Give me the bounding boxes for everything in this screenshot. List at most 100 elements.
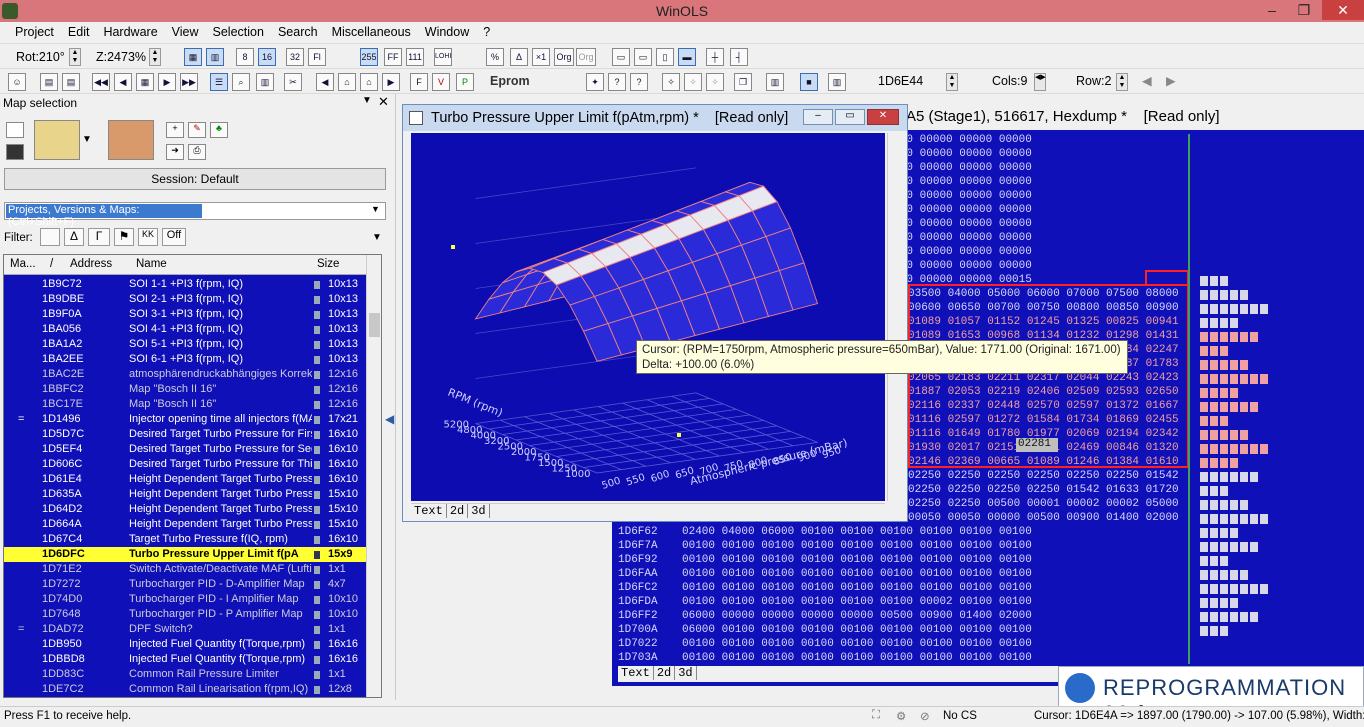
- panel-close-icon[interactable]: ✕: [378, 94, 389, 110]
- lohi-icon[interactable]: LOHI: [434, 48, 452, 66]
- hex-row[interactable]: 02250 02250 02250 02250 02250 02250 0154…: [908, 470, 1179, 482]
- table-row[interactable]: 1D635A Height Dependent Target Turbo Pres…: [4, 487, 366, 502]
- hex-row[interactable]: 00100 00100 00100 00100 00100 00100 0010…: [682, 554, 1032, 566]
- save-icon[interactable]: [6, 144, 24, 160]
- turbo-vscrollbar[interactable]: [887, 133, 901, 501]
- menu-help[interactable]: ?: [476, 22, 497, 39]
- session-button[interactable]: Session: Default: [4, 168, 386, 190]
- search-up-icon[interactable]: ⌂: [338, 73, 356, 91]
- hex-row[interactable]: 00100 00100 00100 00100 00100 00100 0010…: [682, 568, 1032, 580]
- filter-menu-icon[interactable]: ▼: [372, 232, 382, 243]
- table-row[interactable]: 1BA1A2 SOI 5-1 +PI3 f(rpm, IQ) 10x13: [4, 337, 366, 352]
- table-row[interactable]: 1D7272 Turbocharger PID - D-Amplifier Map…: [4, 577, 366, 592]
- view-hex-icon[interactable]: ▦: [184, 48, 202, 66]
- table-row[interactable]: 1B9C72 SOI 1-1 +PI3 f(rpm, IQ) 10x13: [4, 277, 366, 292]
- filter-k-icon[interactable]: KK: [138, 228, 158, 246]
- open-dropdown-icon[interactable]: ▼: [82, 134, 92, 145]
- table-row[interactable]: 1DB950 Injected Fuel Quantity f(Torque,rp…: [4, 637, 366, 652]
- prev-hit-icon[interactable]: ◀: [316, 73, 334, 91]
- next-map-icon[interactable]: ▶: [158, 73, 176, 91]
- hex-row[interactable]: 02400 04000 06000 00100 00100 00100 0010…: [682, 526, 1032, 538]
- dec-icon[interactable]: 255: [360, 48, 378, 66]
- hex-tab-3d[interactable]: 3d: [675, 666, 697, 680]
- hex-row[interactable]: 06000 00000 00000 00000 00000 00500 0090…: [682, 610, 1032, 622]
- map-props-icon[interactable]: ▥: [256, 73, 274, 91]
- format-p-icon[interactable]: P: [456, 73, 474, 91]
- filter-flag-icon[interactable]: ⚑: [114, 228, 134, 246]
- table-row[interactable]: 1D5D7C Desired Target Turbo Pressure for …: [4, 427, 366, 442]
- hex-row[interactable]: 00100 00100 00100 00100 00100 00100 0010…: [682, 638, 1032, 650]
- table-row[interactable]: = 1DAD72 DPF Switch? 1x1: [4, 622, 366, 637]
- hex-row[interactable]: 02250 02250 02250 02250 01542 01633 0172…: [908, 484, 1179, 496]
- last-map-icon[interactable]: ▶▶: [180, 73, 198, 91]
- table-row[interactable]: 1BA2EE SOI 6-1 +PI3 f(rpm, IQ) 10x13: [4, 352, 366, 367]
- original-alt-icon[interactable]: Org: [576, 48, 596, 66]
- format-v-icon[interactable]: V: [432, 73, 450, 91]
- table-row[interactable]: 1B9F0A SOI 3-1 +PI3 f(rpm, IQ) 10x13: [4, 307, 366, 322]
- bit32-icon[interactable]: 32: [286, 48, 304, 66]
- menu-hardware[interactable]: Hardware: [96, 22, 164, 39]
- menu-window[interactable]: Window: [418, 22, 476, 39]
- map-list-scrollbar[interactable]: [366, 255, 381, 697]
- copy-icon[interactable]: ❐: [734, 73, 752, 91]
- panel-pin-icon[interactable]: ▼: [362, 95, 372, 106]
- map-table-icon[interactable]: ▦: [136, 73, 154, 91]
- delta-icon[interactable]: Δ: [510, 48, 528, 66]
- hex-row[interactable]: 00050 00050 00000 00500 00900 01400 0200…: [908, 512, 1179, 524]
- context-help-icon[interactable]: ?: [630, 73, 648, 91]
- list-view-icon[interactable]: ☰: [210, 73, 228, 91]
- turbo-minimize-button[interactable]: –: [803, 109, 833, 125]
- open-folder-icon[interactable]: [34, 120, 80, 160]
- view-columns-icon[interactable]: ▥: [206, 48, 224, 66]
- wand-icon[interactable]: ✧: [662, 73, 680, 91]
- table-row[interactable]: 1BAC2E atmosphärendruckabhängiges Korrekt…: [4, 367, 366, 382]
- col-size[interactable]: Size: [317, 258, 339, 270]
- bin-icon[interactable]: 111: [406, 48, 424, 66]
- filter-type-icon[interactable]: Γ: [88, 228, 110, 246]
- table-row[interactable]: 1D74D0 Turbocharger PID - I Amplifier Map…: [4, 592, 366, 607]
- edit-map-icon[interactable]: ✎: [188, 122, 206, 138]
- mascot-icon[interactable]: ☺: [8, 73, 26, 91]
- menu-miscellaneous[interactable]: Miscellaneous: [325, 22, 418, 39]
- tree-icon[interactable]: ♣: [210, 122, 228, 138]
- columns-menu-icon[interactable]: ▥: [766, 73, 784, 91]
- columns-spinner[interactable]: ◀▶: [1034, 73, 1046, 91]
- filter-grid-icon[interactable]: [40, 228, 60, 246]
- print-icon[interactable]: ⎙: [188, 144, 206, 160]
- minimize-button[interactable]: –: [1256, 0, 1288, 20]
- table-row[interactable]: 1DD83C Common Rail Pressure Limiter 1x1: [4, 667, 366, 682]
- eprom-dropdown[interactable]: Eprom: [490, 74, 530, 88]
- turbo-tab-3d[interactable]: 3d: [468, 504, 490, 518]
- turbo-maximize-button[interactable]: ▭: [835, 109, 865, 125]
- next-arrow-icon[interactable]: ▶: [1166, 73, 1176, 88]
- address-field[interactable]: 1D6E44: [878, 74, 923, 88]
- find-icon[interactable]: ⌕: [232, 73, 250, 91]
- surface-plot-3d[interactable]: 500 550 600 650 700 750 800 850 900 9501000125015…: [411, 133, 885, 501]
- import-folder-icon[interactable]: [108, 120, 154, 160]
- row-spinner[interactable]: ▲ ▼: [1116, 73, 1128, 91]
- bit8-icon[interactable]: 8: [236, 48, 254, 66]
- table-row[interactable]: 1D64D2 Height Dependent Target Turbo Pres…: [4, 502, 366, 517]
- row-field[interactable]: Row:2: [1076, 74, 1111, 88]
- new-icon[interactable]: [6, 122, 24, 138]
- hex-row[interactable]: 06000 00100 00100 00100 00100 00100 0010…: [682, 624, 1032, 636]
- hex-row[interactable]: 00100 00100 00100 00100 00100 00100 0000…: [682, 596, 1032, 608]
- first-map-icon[interactable]: ◀◀: [92, 73, 110, 91]
- table-row[interactable]: 1BC17E Map "Bosch II 16" 12x16: [4, 397, 366, 412]
- window-left-icon[interactable]: ▭: [612, 48, 630, 66]
- prev-map-icon[interactable]: ◀: [114, 73, 132, 91]
- format-f-icon[interactable]: F: [410, 73, 428, 91]
- table-row[interactable]: 1D71E2 Switch Activate/Deactivate MAF (Lu…: [4, 562, 366, 577]
- table-row[interactable]: 1D61E4 Height Dependent Target Turbo Pres…: [4, 472, 366, 487]
- menu-selection[interactable]: Selection: [206, 22, 271, 39]
- marker-alt-icon[interactable]: ┤: [730, 48, 748, 66]
- turbo-tab-text[interactable]: Text: [411, 504, 447, 518]
- table-row[interactable]: 1D6DFC Turbo Pressure Upper Limit f(pA 15x…: [4, 547, 366, 562]
- table-row[interactable]: 1DBBD8 Injected Fuel Quantity f(Torque,rp…: [4, 652, 366, 667]
- menu-project[interactable]: Project: [8, 22, 61, 39]
- restore-button[interactable]: ❐: [1288, 0, 1320, 20]
- address-spinner[interactable]: ▲ ▼: [946, 73, 958, 91]
- help-icon[interactable]: ?: [608, 73, 626, 91]
- turbo-tab-2d[interactable]: 2d: [447, 504, 469, 518]
- hex-row[interactable]: 00100 00100 00100 00100 00100 00100 0010…: [682, 582, 1032, 594]
